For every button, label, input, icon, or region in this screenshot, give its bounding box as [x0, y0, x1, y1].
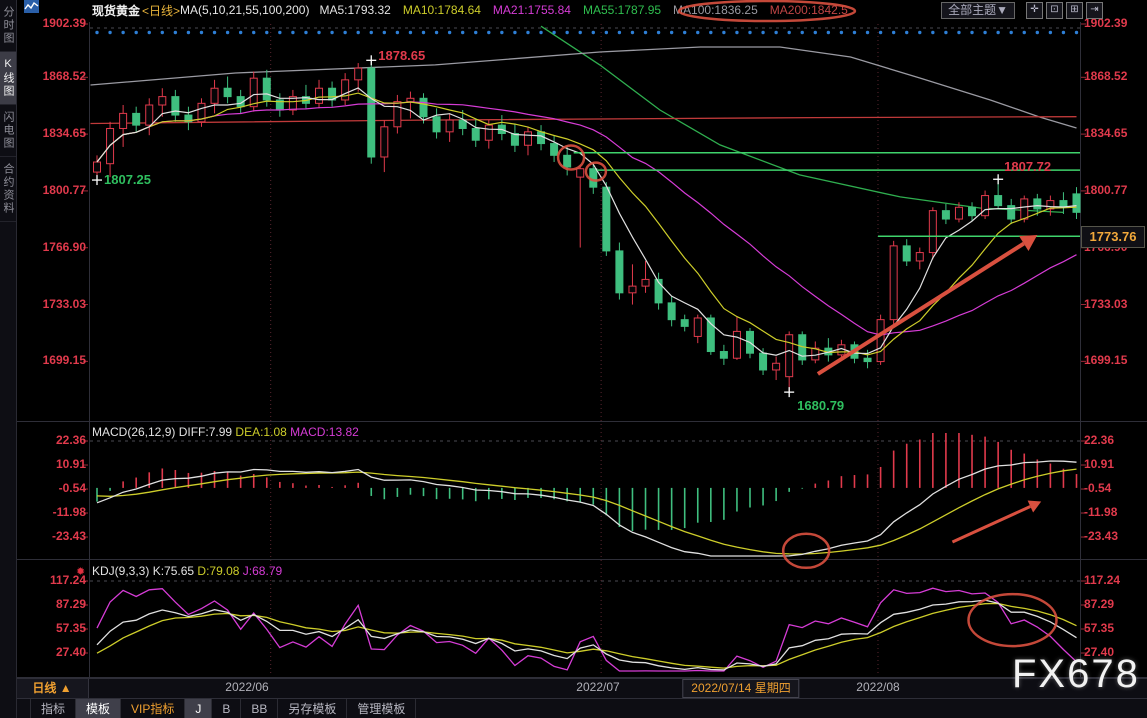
fx678-watermark: FX678: [1012, 652, 1140, 697]
ma-value-label: MA100:1836.25: [673, 3, 758, 17]
ma-group-label: MA(5,10,21,55,100,200): [180, 3, 309, 17]
crosshair-icon[interactable]: ✛: [1026, 2, 1043, 19]
last-price-axis-box: 1773.76: [1081, 226, 1145, 248]
all-themes-button[interactable]: 全部主题▼: [941, 2, 1015, 19]
expand-chart-icon[interactable]: ⊞: [1066, 2, 1083, 19]
ma-value-label: MA10:1784.64: [403, 3, 481, 17]
compress-chart-icon[interactable]: ⊡: [1046, 2, 1063, 19]
ma-values: MA5:1793.32 MA10:1784.64 MA21:1755.84 MA55:…: [319, 3, 859, 17]
toolbar-item-指标[interactable]: 指标: [30, 699, 76, 718]
time-axis-row: 日线 ▲ 2022/06 2022/07 2022/07/14 星期四 2022…: [16, 678, 1147, 699]
ma-value-label: MA55:1787.95: [583, 3, 661, 17]
shift-right-icon[interactable]: ⇥: [1086, 2, 1103, 19]
crosshair-date-box: 2022/07/14 星期四: [682, 679, 799, 698]
x-tick-jun: 2022/06: [225, 680, 268, 694]
sidebar-item-K线图[interactable]: K线图: [0, 52, 16, 105]
period-tag: <日线>: [142, 2, 180, 19]
symbol-name: 现货黄金: [92, 2, 140, 19]
left-sidebar: 分时图K线图闪电图合约资料: [0, 0, 17, 718]
sidebar-item-分时图[interactable]: 分时图: [0, 0, 16, 52]
toolbar-item-BB[interactable]: BB: [241, 699, 278, 718]
toolbar-item-管理模板[interactable]: 管理模板: [347, 699, 416, 718]
ma-value-label: MA21:1755.84: [493, 3, 571, 17]
bottom-toolbar: 指标模板VIP指标JBBB另存模板管理模板: [16, 698, 1147, 718]
kdj-settings-icon[interactable]: ✹: [76, 565, 85, 578]
toolbar-item-模板[interactable]: 模板: [76, 699, 121, 718]
toolbar-item-B[interactable]: B: [212, 699, 241, 718]
sidebar-item-闪电图[interactable]: 闪电图: [0, 105, 16, 157]
chart-tool-buttons: ✛⊡⊞⇥: [1023, 2, 1103, 19]
sidebar-item-合约资料[interactable]: 合约资料: [0, 157, 16, 222]
trading-app-window: 分时图K线图闪电图合约资料 现货黄金 <日线> MA(5,10,21,55,10…: [0, 0, 1147, 718]
x-tick-aug: 2022/08: [856, 680, 899, 694]
ma-value-label: MA200:1842.5: [770, 3, 848, 17]
chart-header: 现货黄金 <日线> MA(5,10,21,55,100,200) MA5:179…: [16, 0, 1147, 20]
chart-canvas[interactable]: [0, 0, 1147, 718]
x-tick-jul: 2022/07: [576, 680, 619, 694]
toolbar-item-J[interactable]: J: [185, 699, 212, 718]
ma-value-label: MA5:1793.32: [319, 3, 390, 17]
kline-chart-icon: [24, 0, 39, 13]
toolbar-item-VIP指标[interactable]: VIP指标: [121, 699, 185, 718]
period-selector[interactable]: 日线 ▲: [16, 679, 89, 698]
toolbar-item-另存模板[interactable]: 另存模板: [278, 699, 347, 718]
